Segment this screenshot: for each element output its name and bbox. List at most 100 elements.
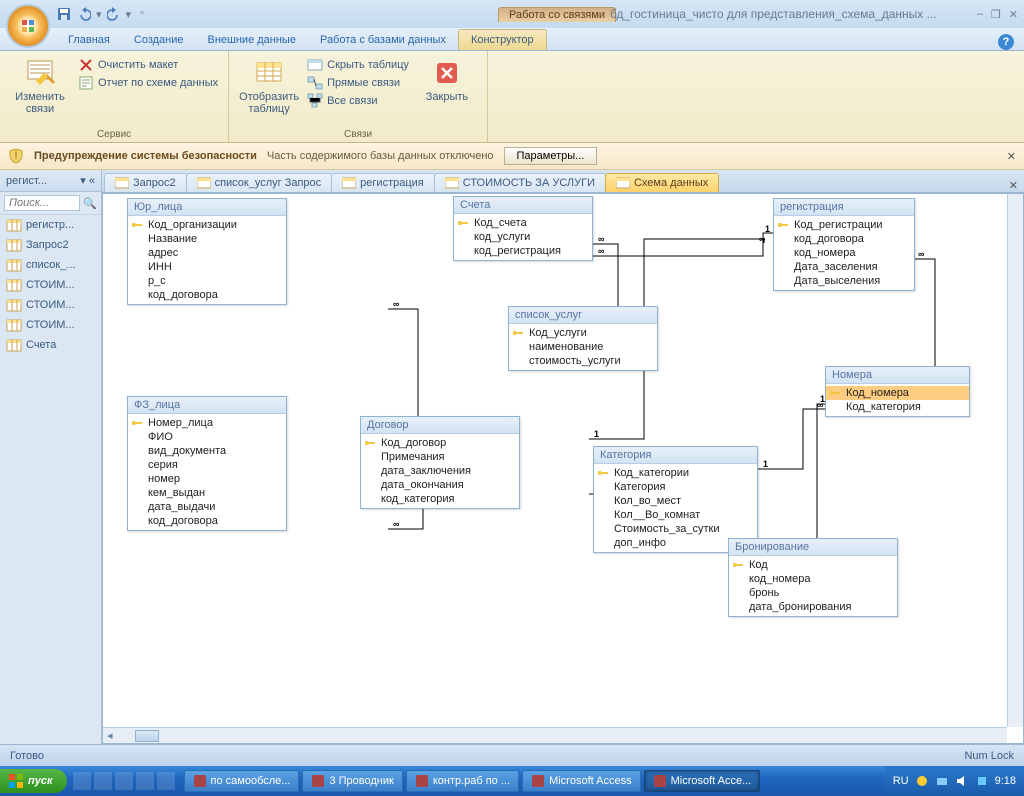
table-field[interactable]: Код_организации — [128, 218, 286, 232]
hide-table-button[interactable]: Скрыть таблицу — [307, 57, 409, 73]
nav-item[interactable]: СТОИМ... — [0, 295, 101, 315]
undo-icon[interactable] — [76, 6, 92, 22]
document-tab[interactable]: Схема данных — [605, 173, 719, 192]
direct-relationships-button[interactable]: Прямые связи — [307, 75, 409, 91]
nav-item[interactable]: список_... — [0, 255, 101, 275]
table-fz[interactable]: ФЗ_лицаНомер_лицаФИОвид_документасерияно… — [127, 396, 287, 531]
table-field[interactable]: Код_номера — [826, 386, 969, 400]
table-field[interactable]: кем_выдан — [128, 486, 286, 500]
table-field[interactable]: код_услуги — [454, 230, 592, 244]
table-field[interactable]: дата_бронирования — [729, 600, 897, 614]
table-field[interactable]: Кол__Во_комнат — [594, 508, 757, 522]
clock[interactable]: 9:18 — [995, 775, 1016, 787]
table-header[interactable]: ФЗ_лица — [128, 397, 286, 414]
ql-firefox-icon[interactable] — [115, 772, 133, 790]
close-icon[interactable]: ✕ — [1009, 8, 1018, 21]
table-kat[interactable]: КатегорияКод_категорииКатегорияКол_во_ме… — [593, 446, 758, 553]
start-button[interactable]: пуск — [0, 769, 67, 793]
table-spisok[interactable]: список_услуг Код_услугинаименованиестоимо… — [508, 306, 658, 371]
table-field[interactable]: наименование — [509, 340, 657, 354]
table-field[interactable]: Дата_заселения — [774, 260, 914, 274]
table-nomera[interactable]: Номера Код_номераКод_категория — [825, 366, 970, 417]
table-header[interactable]: Категория — [594, 447, 757, 464]
table-field[interactable]: код_договора — [128, 514, 286, 528]
show-table-button[interactable]: Отобразить таблицу — [239, 53, 299, 115]
close-button[interactable]: Закрыть — [417, 53, 477, 103]
nav-item[interactable]: СТОИМ... — [0, 315, 101, 335]
relationships-canvas[interactable]: ∞1 ∞1 ∞1 ∞1 1∞ ∞1 1∞ ∞1 1∞ — [102, 193, 1024, 744]
tab-home[interactable]: Главная — [56, 30, 122, 50]
table-field[interactable]: Название — [128, 232, 286, 246]
table-field[interactable]: Код_регистрации — [774, 218, 914, 232]
table-header[interactable]: Счета — [454, 197, 592, 214]
table-field[interactable]: Номер_лица — [128, 416, 286, 430]
table-field[interactable]: код_договора — [128, 288, 286, 302]
tray-icon[interactable] — [975, 774, 989, 788]
nav-item[interactable]: СТОИМ... — [0, 275, 101, 295]
table-field[interactable]: номер — [128, 472, 286, 486]
table-field[interactable]: Код — [729, 558, 897, 572]
table-field[interactable]: код_договора — [774, 232, 914, 246]
clear-layout-button[interactable]: Очистить макет — [78, 57, 218, 73]
table-field[interactable]: стоимость_услуги — [509, 354, 657, 368]
table-field[interactable]: код_регистрация — [454, 244, 592, 258]
table-field[interactable]: Примечания — [361, 450, 519, 464]
nav-item[interactable]: Счета — [0, 335, 101, 355]
tray-icon[interactable] — [935, 774, 949, 788]
document-tab[interactable]: СТОИМОСТЬ ЗА УСЛУГИ — [434, 173, 606, 192]
tray-volume-icon[interactable] — [955, 774, 969, 788]
tray-icon[interactable] — [915, 774, 929, 788]
search-icon[interactable]: 🔍 — [83, 197, 97, 210]
ql-ie-icon[interactable] — [73, 772, 91, 790]
taskbar-task[interactable]: контр.раб по ... — [406, 770, 519, 792]
tab-create[interactable]: Создание — [122, 30, 196, 50]
table-field[interactable]: дата_окончания — [361, 478, 519, 492]
all-relationships-button[interactable]: Все связи — [307, 93, 409, 109]
table-field[interactable]: р_с — [128, 274, 286, 288]
table-field[interactable]: Код_услуги — [509, 326, 657, 340]
table-field[interactable]: адрес — [128, 246, 286, 260]
table-field[interactable]: дата_заключения — [361, 464, 519, 478]
document-tab[interactable]: Запрос2 — [104, 173, 187, 192]
table-field[interactable]: Кол_во_мест — [594, 494, 757, 508]
table-field[interactable]: ФИО — [128, 430, 286, 444]
table-field[interactable]: код_категория — [361, 492, 519, 506]
tab-external[interactable]: Внешние данные — [196, 30, 308, 50]
table-dog[interactable]: Договор Код_договорПримечаниядата_заключе… — [360, 416, 520, 509]
security-options-button[interactable]: Параметры... — [504, 147, 598, 165]
table-header[interactable]: Бронирование — [729, 539, 897, 556]
table-field[interactable]: ИНН — [128, 260, 286, 274]
tab-database[interactable]: Работа с базами данных — [308, 30, 458, 50]
table-scheta[interactable]: Счета Код_счетакод_услугикод_регистрация — [453, 196, 593, 261]
nav-header[interactable]: регист... ▾ « — [0, 170, 101, 192]
table-field[interactable]: Код_договор — [361, 436, 519, 450]
taskbar-task[interactable]: 3 Проводник — [302, 770, 402, 792]
language-indicator[interactable]: RU — [893, 775, 909, 787]
table-field[interactable]: Код_категория — [826, 400, 969, 414]
table-field[interactable]: код_номера — [774, 246, 914, 260]
table-field[interactable]: бронь — [729, 586, 897, 600]
table-header[interactable]: Юр_лица — [128, 199, 286, 216]
nav-item[interactable]: регистр... — [0, 215, 101, 235]
table-header[interactable]: Номера — [826, 367, 969, 384]
minimize-icon[interactable]: – — [977, 8, 983, 21]
edit-relationships-button[interactable]: Изменить связи — [10, 53, 70, 115]
restore-icon[interactable]: ❐ — [991, 8, 1001, 21]
table-bron[interactable]: БронированиеКодкод_номераброньдата_брони… — [728, 538, 898, 617]
table-field[interactable]: Стоимость_за_сутки — [594, 522, 757, 536]
table-header[interactable]: список_услуг — [509, 307, 657, 324]
table-field[interactable]: дата_выдачи — [128, 500, 286, 514]
search-input[interactable] — [4, 195, 80, 211]
table-field[interactable]: вид_документа — [128, 444, 286, 458]
table-field[interactable]: Код_категории — [594, 466, 757, 480]
table-header[interactable]: Договор — [361, 417, 519, 434]
table-yur[interactable]: Юр_лица Код_организацииНазваниеадресИННр_… — [127, 198, 287, 305]
relationship-report-button[interactable]: Отчет по схеме данных — [78, 75, 218, 91]
nav-item[interactable]: Запрос2 — [0, 235, 101, 255]
horizontal-scrollbar[interactable]: ◂ — [103, 727, 1007, 743]
tab-close-icon[interactable]: ✕ — [1009, 179, 1018, 192]
ql-app2-icon[interactable] — [157, 772, 175, 790]
table-field[interactable]: Код_счета — [454, 216, 592, 230]
save-icon[interactable] — [56, 6, 72, 22]
office-button[interactable] — [6, 4, 50, 48]
